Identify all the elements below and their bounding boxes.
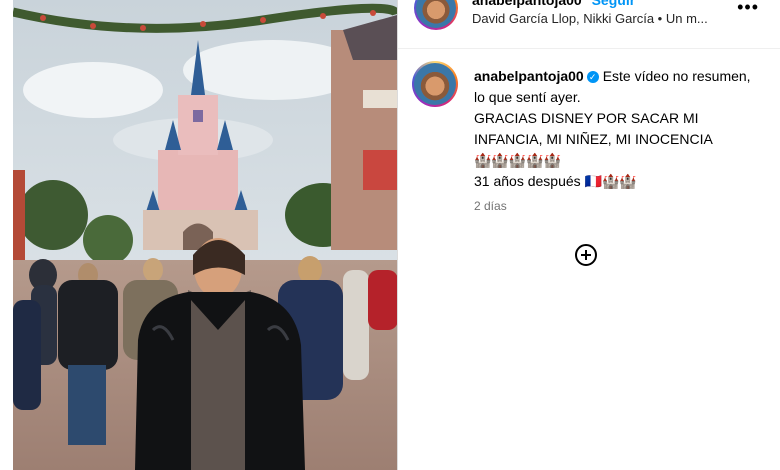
follow-button[interactable]: Seguir	[592, 0, 636, 8]
post-header: anabelpantoja00 Seguir David García Llop…	[398, 0, 780, 49]
header-username[interactable]: anabelpantoja00	[472, 0, 582, 8]
video-frame-illustration	[13, 0, 397, 470]
avatar-photo	[416, 0, 456, 28]
add-comment-icon[interactable]	[575, 244, 597, 266]
post-media-video[interactable]	[13, 0, 397, 470]
post-details-panel: anabelpantoja00 Seguir David García Llop…	[397, 0, 780, 470]
header-collaborators[interactable]: David García Llop, Nikki García • Un m..…	[472, 11, 708, 26]
header-username-row: anabelpantoja00 Seguir	[472, 0, 635, 8]
left-page-edge	[0, 0, 14, 470]
caption-line-2: GRACIAS DISNEY POR SACAR MI INFANCIA, MI…	[474, 110, 713, 147]
verified-badge-icon: ✓	[586, 71, 599, 83]
caption-line-4: 31 años después 🇫🇷🏰🏰	[474, 173, 637, 189]
caption-avatar[interactable]	[412, 61, 458, 107]
more-options-icon[interactable]: •••	[737, 0, 759, 16]
post-caption: anabelpantoja00 ✓ Este vídeo no resumen, l…	[474, 66, 764, 192]
header-avatar[interactable]	[414, 0, 458, 30]
caption-line-3: 🏰🏰🏰🏰🏰	[474, 152, 562, 168]
caption-username[interactable]: anabelpantoja00	[474, 68, 584, 84]
avatar-photo	[414, 63, 456, 105]
post-timestamp[interactable]: 2 días	[474, 199, 507, 213]
